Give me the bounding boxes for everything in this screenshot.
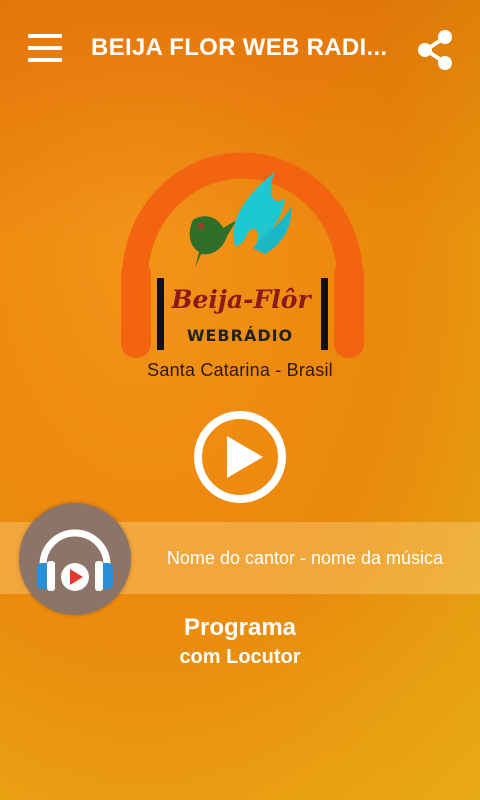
menu-icon-bar bbox=[28, 46, 62, 50]
share-button[interactable] bbox=[414, 28, 458, 72]
background-gradient bbox=[0, 0, 480, 800]
program-name: Programa bbox=[183, 614, 297, 641]
play-icon bbox=[194, 411, 286, 503]
program-avatar bbox=[19, 503, 131, 615]
menu-icon-bar bbox=[28, 34, 62, 38]
app-title: BEIJA FLOR WEB RADI... bbox=[91, 34, 388, 61]
share-icon bbox=[418, 30, 452, 70]
now-playing-text: Nome do cantor - nome da música bbox=[166, 548, 444, 568]
play-button[interactable] bbox=[193, 410, 287, 504]
menu-button[interactable] bbox=[20, 28, 68, 68]
logo-caption: Santa Catarina - Brasil bbox=[147, 360, 333, 380]
program-host: com Locutor bbox=[179, 646, 301, 668]
menu-icon-bar bbox=[28, 58, 62, 62]
logo-title: Beija-Flôr bbox=[171, 285, 311, 314]
app-toolbar: BEIJA FLOR WEB RADI... bbox=[0, 0, 480, 100]
logo-subtitle: WEBRÁDIO bbox=[186, 326, 294, 345]
headphone-play-icon bbox=[37, 529, 113, 591]
station-logo bbox=[115, 128, 370, 390]
